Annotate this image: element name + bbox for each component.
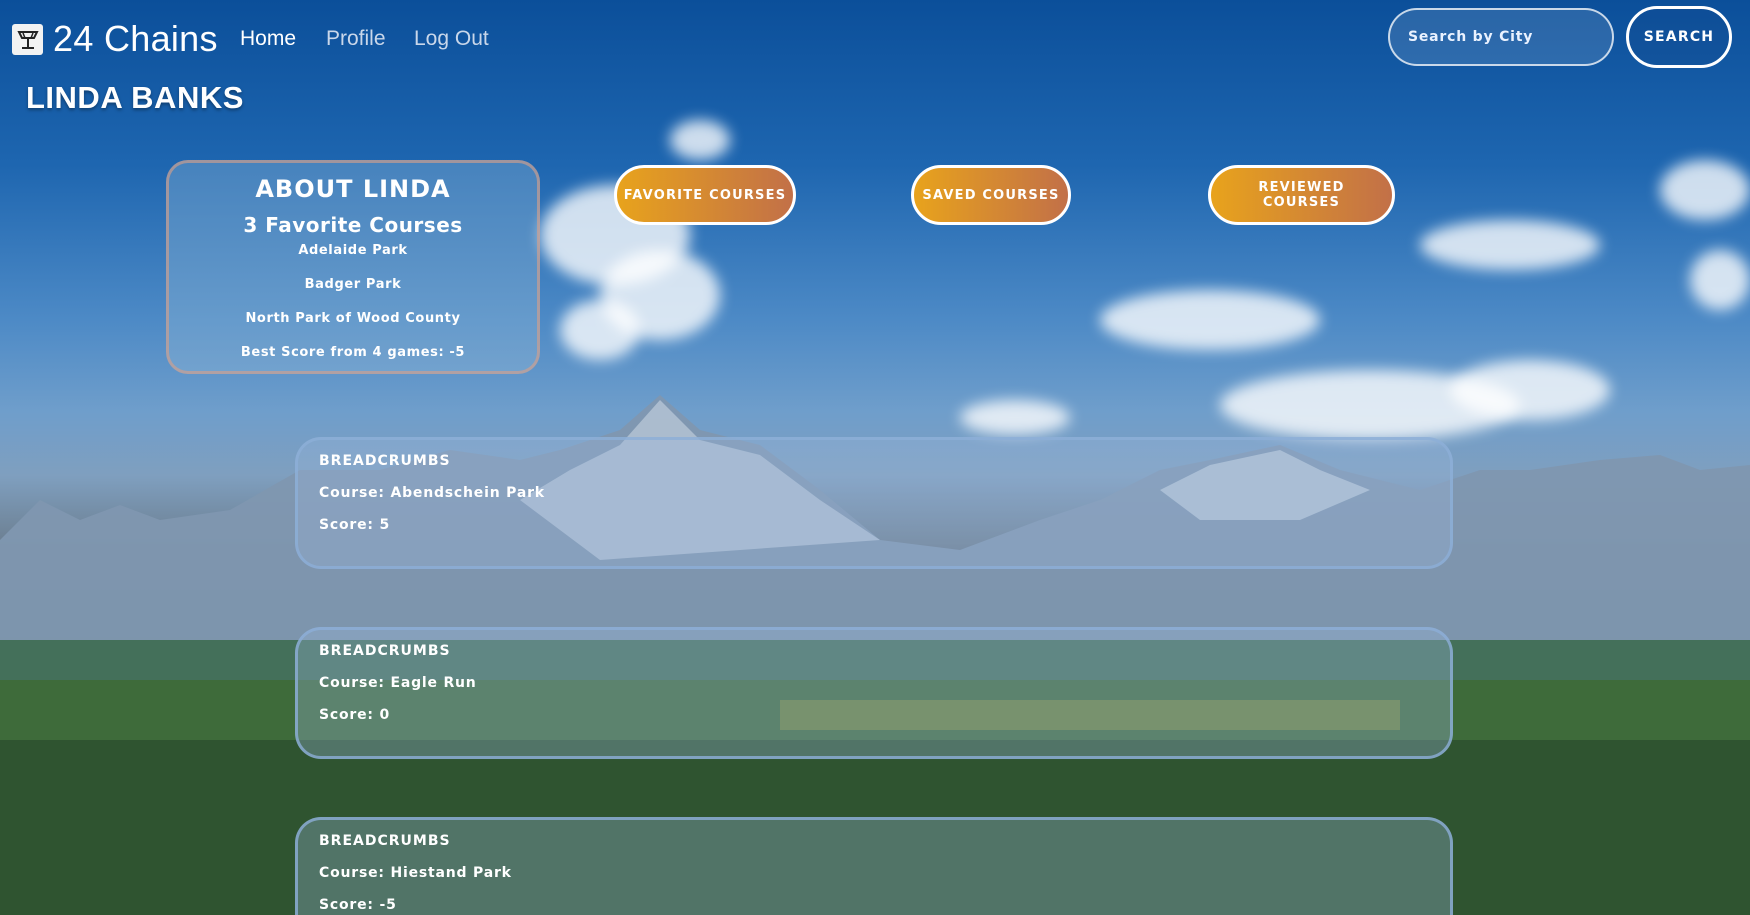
breadcrumb-card: BREADCRUMBS Course: Abendschein Park Sco… bbox=[295, 437, 1453, 569]
nav-link-logout[interactable]: Log Out bbox=[414, 27, 489, 51]
about-card: ABOUT LINDA 3 Favorite Courses Adelaide … bbox=[166, 160, 540, 374]
breadcrumb-course: Course: Abendschein Park bbox=[319, 485, 545, 501]
breadcrumb-course: Course: Eagle Run bbox=[319, 675, 477, 691]
breadcrumb-score: Score: -5 bbox=[319, 897, 397, 913]
page-title: LINDA BANKS bbox=[26, 80, 244, 115]
breadcrumb-card: BREADCRUMBS Course: Eagle Run Score: 0 bbox=[295, 627, 1453, 759]
brand-name: 24 Chains bbox=[53, 18, 218, 59]
breadcrumb-title: BREADCRUMBS bbox=[319, 453, 451, 469]
best-score: Best Score from 4 games: -5 bbox=[240, 345, 466, 360]
search-input[interactable] bbox=[1388, 8, 1614, 66]
top-nav: 24 Chains Home Profile Log Out SEARCH bbox=[0, 0, 1750, 78]
favorite-course-item: Adelaide Park bbox=[298, 243, 408, 258]
breadcrumb-course: Course: Hiestand Park bbox=[319, 865, 512, 881]
saved-courses-button[interactable]: SAVED COURSES bbox=[911, 165, 1071, 225]
brand[interactable]: 24 Chains bbox=[12, 18, 218, 60]
nav-link-home[interactable]: Home bbox=[240, 27, 296, 51]
breadcrumb-card: BREADCRUMBS Course: Hiestand Park Score:… bbox=[295, 817, 1453, 915]
nav-link-profile[interactable]: Profile bbox=[326, 27, 386, 51]
about-title: ABOUT LINDA bbox=[255, 175, 451, 203]
favorite-course-item: North Park of Wood County bbox=[245, 311, 461, 326]
favorite-courses-button[interactable]: FAVORITE COURSES bbox=[614, 165, 796, 225]
breadcrumb-score: Score: 5 bbox=[319, 517, 391, 533]
favorite-course-item: Badger Park bbox=[304, 277, 402, 292]
breadcrumb-title: BREADCRUMBS bbox=[319, 833, 451, 849]
breadcrumb-title: BREADCRUMBS bbox=[319, 643, 451, 659]
search-button[interactable]: SEARCH bbox=[1626, 6, 1732, 68]
reviewed-courses-button[interactable]: REVIEWED COURSES bbox=[1208, 165, 1395, 225]
disc-golf-basket-icon bbox=[12, 23, 43, 55]
breadcrumb-score: Score: 0 bbox=[319, 707, 391, 723]
favorite-count: 3 Favorite Courses bbox=[243, 213, 463, 237]
